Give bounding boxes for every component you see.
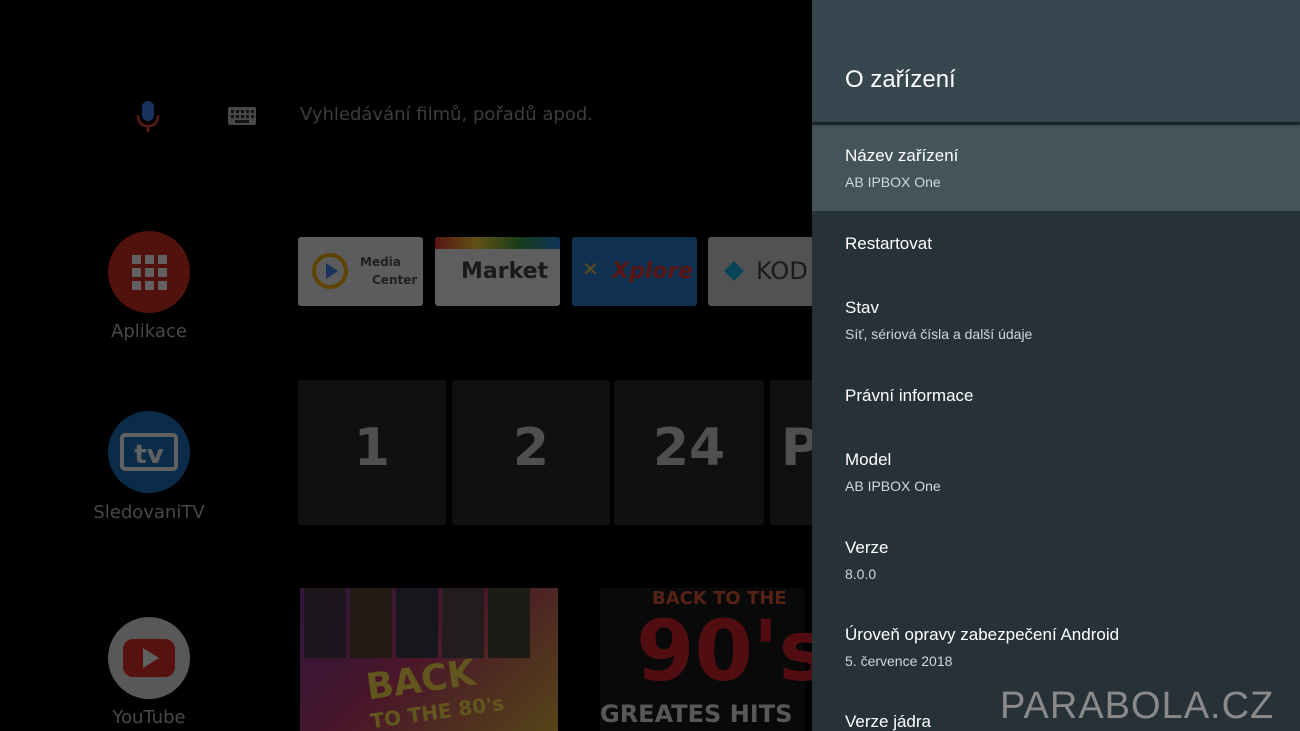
menu-item-model[interactable]: Model AB IPBOX One <box>812 429 1300 515</box>
tile-label: Market <box>461 259 549 284</box>
row-label-youtube: YouTube <box>112 707 186 728</box>
channel-tile-ct1[interactable]: 1 <box>298 380 446 525</box>
settings-panel: O zařízení Název zařízení AB IPBOX One R… <box>812 0 1300 731</box>
menu-item-version[interactable]: Verze 8.0.0 <box>812 517 1300 603</box>
market-banner <box>435 237 560 249</box>
tile-label: Media <box>360 255 401 269</box>
menu-item-subtitle: AB IPBOX One <box>845 174 941 190</box>
menu-item-device-name[interactable]: Název zařízení AB IPBOX One <box>812 125 1300 211</box>
video-subtitle: GREATES HITS <box>600 700 793 728</box>
video-tile-80s[interactable]: BACK TO THE 80's <box>300 588 558 731</box>
menu-item-title: Název zařízení <box>845 146 959 165</box>
sledovanitv-icon[interactable]: tv <box>108 411 190 493</box>
apps-icon[interactable] <box>108 231 190 313</box>
menu-item-title: Restartovat <box>845 234 932 253</box>
app-tile-kodi[interactable]: KOD <box>708 237 812 306</box>
menu-item-title: Právní informace <box>845 386 974 405</box>
channel-label: 24 <box>652 418 726 478</box>
svg-text:tv: tv <box>134 440 163 470</box>
menu-item-title: Verze jádra <box>845 712 931 731</box>
tv-logo-icon: tv <box>120 433 178 471</box>
channel-tile-ct2[interactable]: 2 <box>452 380 610 525</box>
panel-header: O zařízení <box>812 0 1300 122</box>
keyboard-icon[interactable] <box>227 106 257 126</box>
row-label-apps: Aplikace <box>111 321 187 342</box>
menu-item-title: Model <box>845 450 892 469</box>
menu-item-subtitle: AB IPBOX One <box>845 478 941 494</box>
watermark: PARABOLA.CZ <box>1000 685 1275 727</box>
tile-label: Center <box>372 273 418 287</box>
menu-item-subtitle: 5. července 2018 <box>845 653 953 669</box>
microphone-icon[interactable] <box>133 99 163 133</box>
menu-item-title: Úroveň opravy zabezpečení Android <box>845 625 1120 644</box>
video-title: 90's <box>636 602 812 700</box>
menu-item-title: Stav <box>845 298 880 317</box>
menu-item-security-patch[interactable]: Úroveň opravy zabezpečení Android 5. čer… <box>812 604 1300 690</box>
channel-tile-p[interactable]: P <box>770 380 812 525</box>
row-label-sledovanitv: SledovaniTV <box>93 502 205 523</box>
video-tile-90s[interactable]: BACK TO THE 90's GREATES HITS <box>600 588 812 731</box>
channel-label: 1 <box>353 418 391 478</box>
app-tile-market[interactable]: Market <box>435 237 560 306</box>
channel-label: P <box>780 418 812 478</box>
app-tile-media-center[interactable]: Media Center <box>298 237 423 306</box>
tile-label: Xplore <box>612 259 694 284</box>
app-tile-xplore[interactable]: ✕ Xplore <box>572 237 697 306</box>
page-title: O zařízení <box>845 66 956 93</box>
search-input[interactable]: Vyhledávání filmů, pořadů apod. <box>300 104 593 125</box>
channel-label: 2 <box>512 418 550 478</box>
xplore-logo-icon: ✕ <box>582 257 599 281</box>
play-icon <box>123 639 175 677</box>
channel-tile-ct24[interactable]: 24 <box>614 380 764 525</box>
tile-label: KOD <box>756 257 808 285</box>
home-screen: Vyhledávání filmů, pořadů apod. Aplikace… <box>0 0 812 731</box>
menu-item-title: Verze <box>845 538 889 557</box>
menu-item-status[interactable]: Stav Síť, sériová čísla a další údaje <box>812 277 1300 363</box>
media-center-icon <box>312 253 348 289</box>
youtube-icon[interactable] <box>108 617 190 699</box>
menu-item-subtitle: 8.0.0 <box>845 566 877 582</box>
grid-icon <box>132 255 167 290</box>
menu-item-subtitle: Síť, sériová čísla a další údaje <box>845 326 1033 342</box>
kodi-icon <box>724 261 744 281</box>
